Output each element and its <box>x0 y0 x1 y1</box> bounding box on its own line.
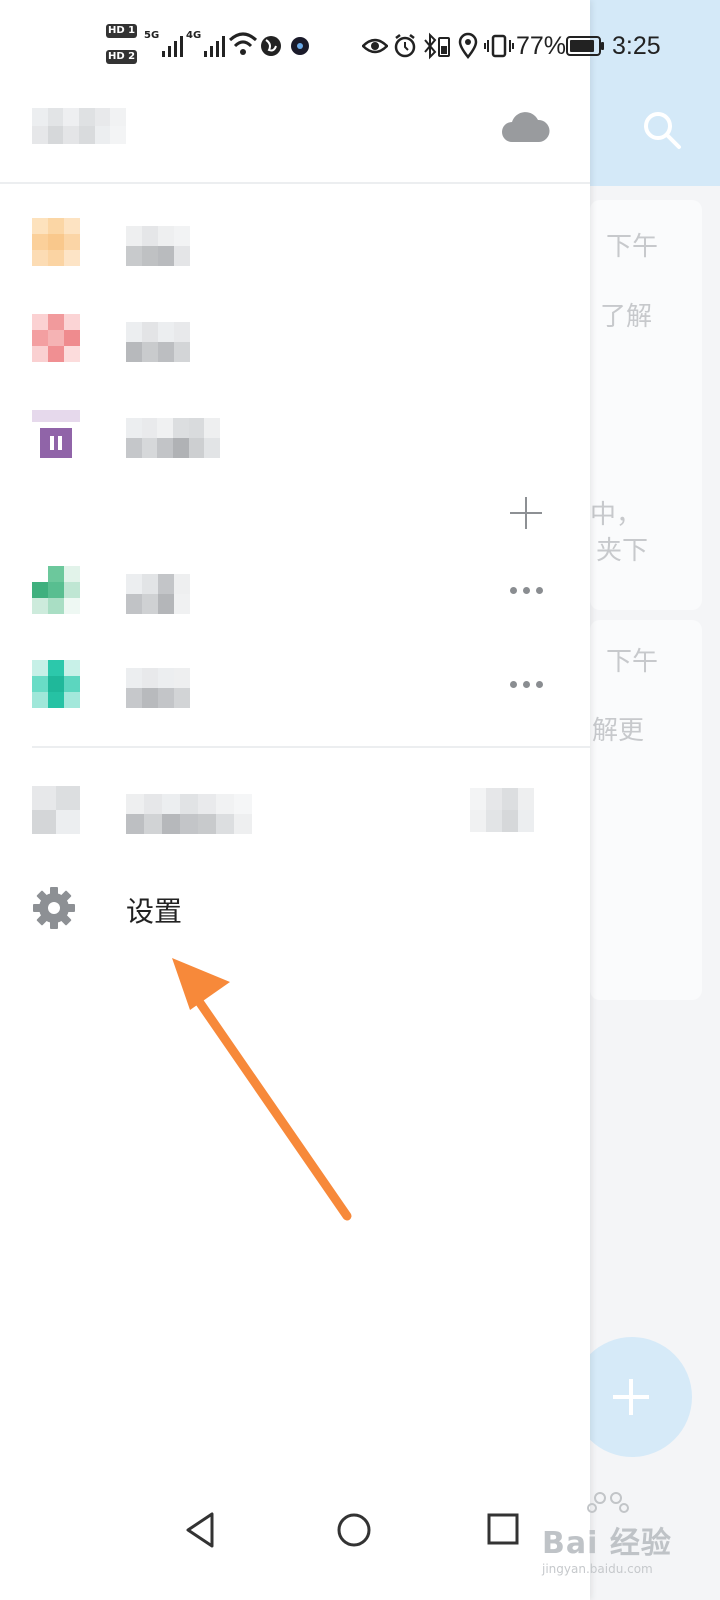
gear-icon <box>33 887 75 929</box>
notebook-item[interactable] <box>0 202 590 282</box>
watermark-url: jingyan.baidu.com <box>542 1562 653 1576</box>
folder-icon <box>32 218 80 266</box>
vibrate-icon <box>484 34 514 58</box>
note-preview-text: 解更 <box>592 716 645 746</box>
home-icon[interactable] <box>334 1508 378 1552</box>
signal-4g: 4G <box>186 24 227 68</box>
folder-icon <box>32 314 80 362</box>
location-icon <box>458 32 478 60</box>
menu-item-redacted[interactable] <box>0 770 590 850</box>
search-icon[interactable] <box>640 108 684 152</box>
menu-item-icon-redacted <box>32 786 80 834</box>
note-time: 下午 <box>606 232 659 262</box>
notebook-item[interactable] <box>0 298 590 378</box>
trash-item[interactable] <box>0 394 590 474</box>
tag-icon <box>32 566 80 614</box>
hd-badge: HD 2 <box>106 50 138 64</box>
signal-label: 4G <box>186 30 202 41</box>
more-options-icon[interactable] <box>506 578 546 602</box>
battery-percentage: 77% <box>516 31 567 60</box>
tag-icon <box>32 660 80 708</box>
note-preview-text: 中， <box>590 500 643 530</box>
tag-name-redacted <box>126 668 190 708</box>
clock-time: 3:25 <box>612 31 661 60</box>
navigation-drawer: 设置 <box>0 0 590 1600</box>
notebook-name-redacted <box>126 322 190 362</box>
signal-bars-icon <box>162 36 184 57</box>
alarm-icon <box>394 34 416 58</box>
signal-label: 5G <box>144 30 160 41</box>
eye-icon <box>362 38 388 54</box>
note-preview-text: 夹下 <box>596 536 649 566</box>
menu-item-value-redacted <box>470 788 534 832</box>
menu-item-label-redacted <box>126 794 252 834</box>
divider <box>0 182 590 184</box>
status-bar: HD 1 HD 2 5G 4G 77% 3:25 <box>0 0 720 90</box>
recents-icon[interactable] <box>484 1508 528 1552</box>
hd-voice-badges: HD 1 HD 2 <box>106 24 138 64</box>
cloud-icon[interactable] <box>500 110 550 146</box>
tag-name-redacted <box>126 574 190 614</box>
wifi-icon <box>228 32 258 55</box>
signal-5g: 5G <box>144 24 185 68</box>
back-icon[interactable] <box>180 1508 224 1552</box>
bluetooth-battery-icon <box>424 32 450 60</box>
note-time: 下午 <box>606 647 659 677</box>
settings-label: 设置 <box>126 895 183 928</box>
paw-logo-icon <box>587 1492 629 1513</box>
new-note-button[interactable] <box>572 1337 692 1457</box>
more-options-icon[interactable] <box>506 672 546 696</box>
trash-label-redacted <box>126 418 220 458</box>
watermark: Bai 经验 jingyan.baidu.com <box>536 1490 706 1580</box>
tag-item[interactable] <box>0 644 590 724</box>
tag-item[interactable] <box>0 550 590 630</box>
signal-bars-icon <box>204 36 226 57</box>
add-folder-button[interactable] <box>506 493 546 533</box>
settings-item[interactable]: 设置 <box>0 868 590 948</box>
account-name-redacted[interactable] <box>32 108 126 144</box>
note-preview-text: 了解 <box>600 302 653 332</box>
notebook-name-redacted <box>126 226 190 266</box>
watermark-text: Bai 经验 <box>542 1526 672 1561</box>
divider <box>32 746 590 748</box>
battery-icon <box>566 36 604 56</box>
hd-badge: HD 1 <box>106 24 138 38</box>
globe-icon <box>261 36 281 56</box>
trash-icon <box>32 410 80 458</box>
app-notification-icon <box>291 37 309 55</box>
